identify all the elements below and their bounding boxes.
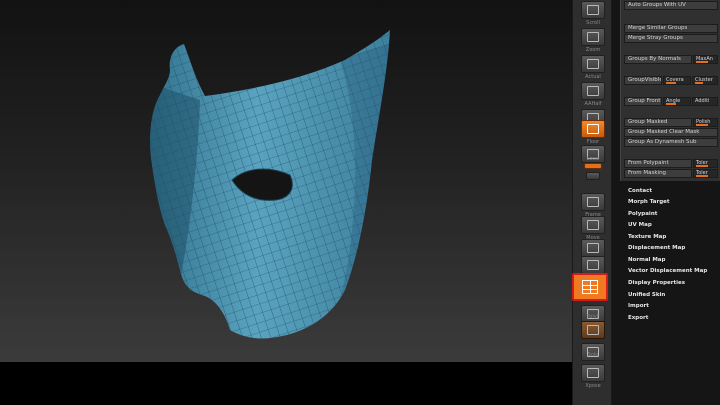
aahalf-button[interactable] bbox=[581, 82, 605, 100]
scale-button[interactable] bbox=[581, 239, 605, 257]
right-tool-shelf: Scroll Zoom Actual AAHalf Persp Floor Lo… bbox=[572, 0, 612, 405]
subpalette-display-properties[interactable]: Display Properties bbox=[628, 278, 720, 289]
mask-mesh bbox=[150, 30, 390, 339]
polygroups-subpalette: Auto Groups With UV Merge Similar Groups… bbox=[620, 0, 720, 181]
grid-icon bbox=[582, 280, 598, 294]
rotate-button[interactable] bbox=[581, 256, 605, 274]
frame-button[interactable] bbox=[581, 193, 605, 211]
actual-button[interactable] bbox=[581, 55, 605, 73]
subpalette-uv-map[interactable]: UV Map bbox=[628, 220, 720, 231]
xpose-label: Xpose bbox=[585, 383, 601, 389]
xyz-button[interactable] bbox=[586, 172, 600, 180]
clusters-slider[interactable]: Cluster bbox=[692, 76, 718, 85]
subpalette-polypaint[interactable]: Polypaint bbox=[628, 209, 720, 220]
subpalette-import[interactable]: Import bbox=[628, 301, 720, 312]
xpose-button[interactable] bbox=[581, 364, 605, 382]
group-front-button[interactable]: Group Front bbox=[624, 97, 662, 106]
additive-slider[interactable]: Additi bbox=[692, 97, 718, 106]
transp-icon bbox=[587, 325, 599, 335]
angle-slider[interactable]: Angle bbox=[663, 97, 691, 106]
lsym-button[interactable] bbox=[584, 163, 602, 169]
subpalette-unified-skin[interactable]: Unified Skin bbox=[628, 290, 720, 301]
subpalette-normal-map[interactable]: Normal Map bbox=[628, 255, 720, 266]
subpalette-export[interactable]: Export bbox=[628, 313, 720, 324]
xpose-icon bbox=[587, 368, 599, 378]
aahalf-label: AAHalf bbox=[584, 101, 602, 107]
polish-slider[interactable]: Polish bbox=[693, 118, 718, 127]
group-visible-button[interactable]: GroupVisible bbox=[624, 76, 662, 85]
scroll-label: Scroll bbox=[586, 20, 600, 26]
floor-icon bbox=[587, 124, 599, 134]
transp-button[interactable] bbox=[581, 321, 605, 339]
from-masking-button[interactable]: From Masking bbox=[624, 169, 692, 178]
aahalf-icon bbox=[587, 86, 599, 96]
from-polypaint-button[interactable]: From Polypaint bbox=[624, 159, 692, 168]
3d-viewport[interactable] bbox=[0, 0, 572, 362]
group-masked-clear-mask-button[interactable]: Group Masked Clear Mask bbox=[624, 128, 718, 137]
zoom-button[interactable] bbox=[581, 28, 605, 46]
group-masked-button[interactable]: Group Masked bbox=[624, 118, 692, 127]
groups-by-normals-button[interactable]: Groups By Normals bbox=[624, 55, 692, 64]
subpalette-contact[interactable]: Contact bbox=[628, 186, 720, 197]
coverage-slider[interactable]: Covera bbox=[663, 76, 691, 85]
subpalette-texture-map[interactable]: Texture Map bbox=[628, 232, 720, 243]
frame-icon bbox=[587, 197, 599, 207]
additive-label: Additi bbox=[695, 98, 710, 104]
polyf-label: PolyF bbox=[586, 314, 600, 320]
masking-tolerance-slider[interactable]: Toler bbox=[693, 169, 718, 178]
scale-icon bbox=[587, 243, 599, 253]
group-as-dynamesh-sub-button[interactable]: Group As Dynamesh Sub bbox=[624, 138, 718, 147]
scroll-button[interactable] bbox=[581, 1, 605, 19]
viewport-bottom-bar bbox=[0, 362, 572, 405]
polypaint-tolerance-slider[interactable]: Toler bbox=[693, 159, 718, 168]
floor-button[interactable] bbox=[581, 120, 605, 138]
actual-label: Actual bbox=[585, 74, 601, 80]
actual-icon bbox=[587, 59, 599, 69]
zoom-label: Zoom bbox=[585, 47, 601, 53]
local-label: Local bbox=[586, 156, 600, 162]
solo-label: Solo bbox=[587, 352, 599, 358]
polyframe-button-highlighted[interactable] bbox=[572, 273, 608, 301]
zoom-icon bbox=[587, 32, 599, 42]
auto-groups-uv-button[interactable]: Auto Groups With UV bbox=[624, 1, 718, 10]
move-button[interactable] bbox=[581, 216, 605, 234]
scroll-icon bbox=[587, 5, 599, 15]
subpalette-displacement-map[interactable]: Displacement Map bbox=[628, 243, 720, 254]
max-angle-slider[interactable]: MaxAn bbox=[693, 55, 718, 64]
subpalette-vector-displacement-map[interactable]: Vector Displacement Map bbox=[628, 266, 720, 277]
merge-stray-groups-button[interactable]: Merge Stray Groups bbox=[624, 34, 718, 43]
move-icon bbox=[587, 220, 599, 230]
subpalette-morph-target[interactable]: Morph Target bbox=[628, 197, 720, 208]
rotate-icon bbox=[587, 260, 599, 270]
merge-similar-groups-button[interactable]: Merge Similar Groups bbox=[624, 24, 718, 33]
